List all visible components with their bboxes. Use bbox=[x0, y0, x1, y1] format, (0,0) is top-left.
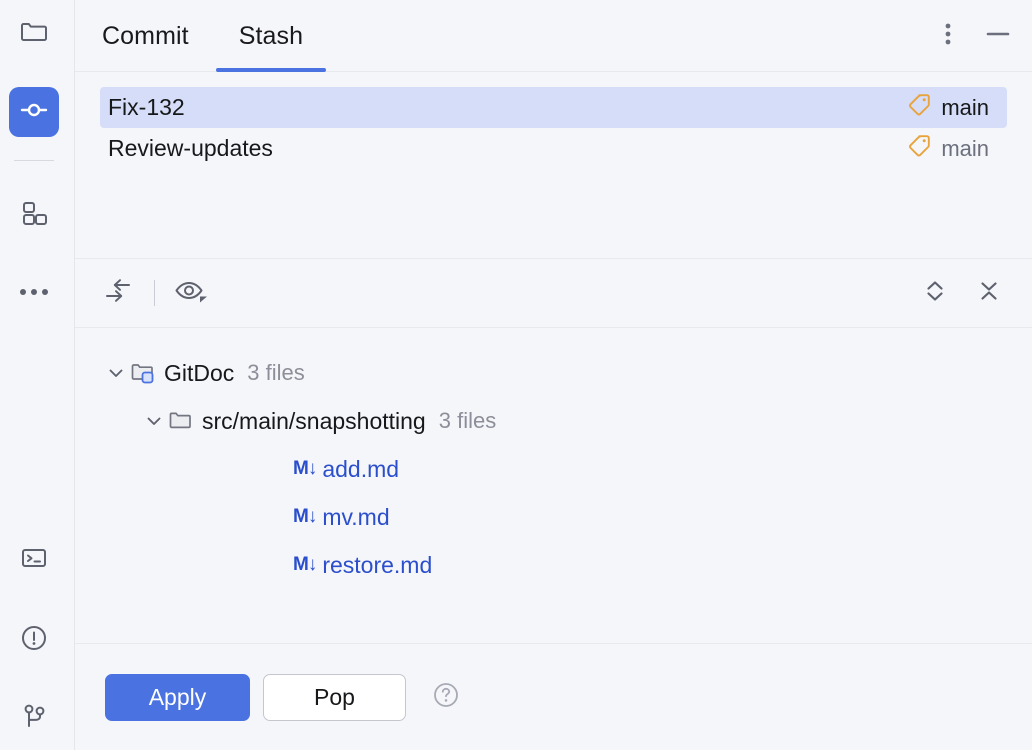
stash-row[interactable]: Fix-132 main bbox=[100, 87, 1007, 128]
chevron-down-icon[interactable] bbox=[140, 410, 168, 432]
tree-node-label: GitDoc bbox=[164, 359, 235, 386]
collapse-chevrons-icon bbox=[974, 276, 1004, 311]
tab-commit[interactable]: Commit bbox=[102, 0, 189, 72]
chevron-down-icon[interactable] bbox=[102, 362, 130, 384]
tab-stash[interactable]: Stash bbox=[215, 0, 327, 72]
expand-all-button[interactable] bbox=[914, 272, 956, 314]
stash-branch: main bbox=[906, 133, 989, 164]
exclamation-circle-icon bbox=[18, 622, 50, 659]
tag-icon bbox=[906, 133, 932, 164]
changed-files-tree: GitDoc 3 files src/main/snapshotting 3 f… bbox=[75, 329, 1032, 642]
toolbar-right-group bbox=[914, 272, 1032, 314]
toolbar-divider bbox=[154, 280, 155, 306]
markdown-icon: M↓ bbox=[293, 554, 317, 575]
eye-dropdown-icon bbox=[173, 274, 209, 313]
tree-node-count: 3 files bbox=[438, 408, 497, 433]
ellipsis-icon bbox=[18, 284, 50, 302]
tree-node-label: src/main/snapshotting bbox=[202, 407, 426, 434]
tag-icon bbox=[906, 92, 932, 123]
markdown-icon: M↓ bbox=[293, 506, 317, 527]
stash-name: Review-updates bbox=[108, 135, 273, 161]
help-button[interactable] bbox=[431, 682, 461, 712]
show-diff-button[interactable] bbox=[97, 272, 139, 314]
minimize-button[interactable] bbox=[978, 16, 1018, 56]
rail-item-terminal[interactable] bbox=[9, 535, 59, 585]
module-folder-icon bbox=[130, 360, 156, 386]
file-name: restore.md bbox=[322, 551, 433, 578]
expand-chevrons-icon bbox=[920, 276, 950, 311]
branch-label: main bbox=[941, 94, 989, 120]
minimize-icon bbox=[985, 21, 1011, 52]
action-bar: Apply Pop bbox=[75, 643, 1032, 750]
stash-tool-window: Commit Stash Fix-132 main Review-updates… bbox=[0, 0, 1032, 750]
tab-stash-label: Stash bbox=[238, 21, 304, 50]
tab-commit-label: Commit bbox=[102, 21, 189, 50]
tree-row[interactable]: GitDoc 3 files bbox=[75, 349, 1032, 397]
rail-item-more[interactable] bbox=[9, 268, 59, 318]
more-options-button[interactable] bbox=[928, 16, 968, 56]
tree-row[interactable]: M↓ mv.md bbox=[75, 493, 1032, 541]
file-name: mv.md bbox=[322, 503, 390, 530]
rail-item-project-folder[interactable] bbox=[9, 9, 59, 59]
header-actions bbox=[928, 0, 1018, 72]
pop-button[interactable]: Pop bbox=[263, 673, 406, 721]
stash-pane: Commit Stash Fix-132 main Review-updates… bbox=[75, 0, 1032, 750]
changes-toolbar bbox=[75, 258, 1032, 328]
tree-row[interactable]: M↓ restore.md bbox=[75, 541, 1032, 589]
branch-label: main bbox=[941, 135, 989, 161]
tool-window-rail bbox=[0, 0, 75, 750]
tree-row[interactable]: src/main/snapshotting 3 files bbox=[75, 397, 1032, 445]
tab-stash-underline bbox=[215, 68, 327, 72]
rail-item-structure[interactable] bbox=[9, 190, 59, 240]
file-name: add.md bbox=[322, 455, 400, 482]
stash-row[interactable]: Review-updates main bbox=[100, 128, 1007, 169]
commit-node-icon bbox=[17, 93, 51, 132]
folder-icon bbox=[168, 408, 194, 434]
stash-list: Fix-132 main Review-updates main bbox=[75, 73, 1032, 258]
branch-icon bbox=[18, 700, 50, 737]
markdown-icon: M↓ bbox=[293, 458, 317, 479]
swap-arrows-icon bbox=[101, 274, 135, 313]
toolbar-left-group bbox=[75, 272, 212, 314]
rail-item-git-branches[interactable] bbox=[9, 693, 59, 743]
rail-item-problems[interactable] bbox=[9, 615, 59, 665]
stash-name: Fix-132 bbox=[108, 94, 185, 120]
preview-diff-button[interactable] bbox=[170, 272, 212, 314]
rail-item-version-control[interactable] bbox=[9, 87, 59, 137]
folder-icon bbox=[18, 16, 50, 53]
collapse-all-button[interactable] bbox=[968, 272, 1010, 314]
vertical-dots-icon bbox=[944, 21, 952, 52]
terminal-icon bbox=[18, 542, 50, 579]
question-circle-icon bbox=[431, 680, 461, 715]
stash-branch: main bbox=[906, 92, 989, 123]
apply-button[interactable]: Apply bbox=[105, 673, 250, 721]
tree-row[interactable]: M↓ add.md bbox=[75, 445, 1032, 493]
tree-node-count: 3 files bbox=[247, 360, 305, 385]
structure-blocks-icon bbox=[18, 197, 50, 234]
tab-bar: Commit Stash bbox=[102, 0, 353, 72]
pane-header: Commit Stash bbox=[75, 0, 1032, 72]
rail-divider bbox=[14, 160, 54, 161]
